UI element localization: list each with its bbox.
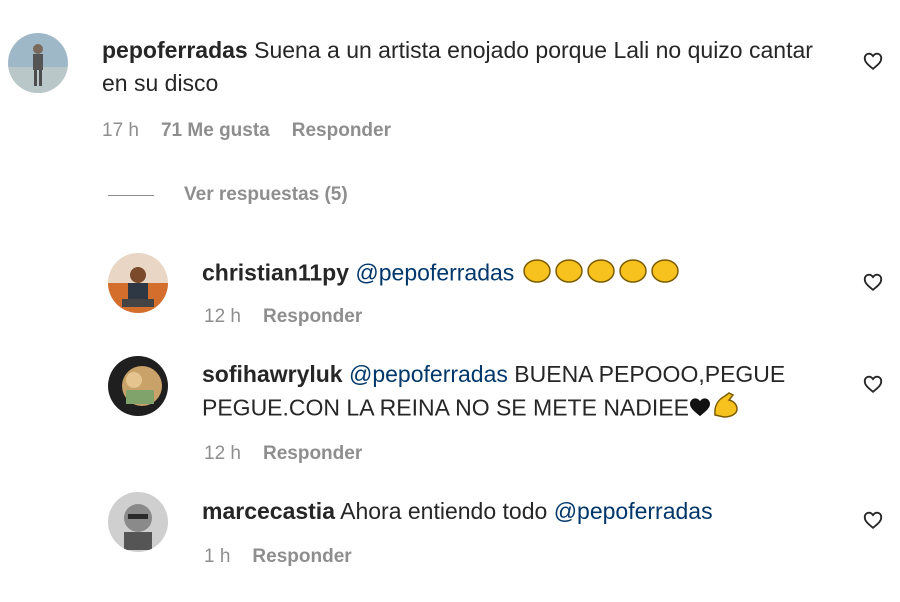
- heart-outline-icon[interactable]: [862, 50, 884, 72]
- reply-time[interactable]: 12 h: [204, 443, 241, 465]
- comment-text: pepoferradas Suena a un artista enojado …: [102, 34, 842, 100]
- reply-text: christian11py @pepoferradas: [202, 255, 842, 294]
- flexed-biceps-emoji: [711, 391, 741, 428]
- reply-meta: 1 h Responder: [204, 546, 352, 568]
- reply-button[interactable]: Responder: [263, 306, 362, 328]
- comment-time[interactable]: 17 h: [102, 120, 139, 142]
- reply-text: sofihawryluk @pepoferradas BUENA PEPOOO,…: [202, 358, 842, 428]
- reply-meta: 12 h Responder: [204, 306, 362, 328]
- reply-body: Ahora entiendo todo: [340, 498, 548, 524]
- reply-username[interactable]: sofihawryluk: [202, 361, 343, 387]
- reply-button[interactable]: Responder: [263, 443, 362, 465]
- reply-username[interactable]: marcecastia: [202, 498, 335, 524]
- divider-line: [108, 194, 154, 196]
- black-heart-emoji: [689, 393, 711, 426]
- reply-time[interactable]: 12 h: [204, 306, 241, 328]
- avatar-sofihawryluk[interactable]: [108, 356, 168, 416]
- heart-outline-icon[interactable]: [862, 271, 884, 293]
- heart-outline-icon[interactable]: [862, 373, 884, 395]
- avatar-marcecastia[interactable]: [108, 492, 168, 552]
- mention-link[interactable]: @pepoferradas: [355, 260, 514, 286]
- mention-link[interactable]: @pepoferradas: [349, 361, 508, 387]
- comment-username[interactable]: pepoferradas: [102, 37, 248, 63]
- heart-outline-icon[interactable]: [862, 509, 884, 531]
- reply-body-line1: BUENA PEPOOO,PEGUE: [514, 361, 786, 387]
- reply-username[interactable]: christian11py: [202, 260, 349, 286]
- mention-link[interactable]: @pepoferradas: [554, 498, 713, 524]
- reply-text: marcecastia Ahora entiendo todo @pepofer…: [202, 495, 842, 528]
- reply-time[interactable]: 1 h: [204, 546, 230, 568]
- reply-button[interactable]: Responder: [292, 120, 391, 142]
- avatar-pepoferradas[interactable]: [8, 33, 68, 93]
- reply-body-line2: PEGUE.CON LA REINA NO SE METE NADIEE: [202, 394, 689, 421]
- view-replies-button[interactable]: Ver respuestas (5): [108, 184, 348, 206]
- clapping-hands-emoji: [521, 255, 681, 294]
- comment-likes[interactable]: 71 Me gusta: [161, 120, 270, 142]
- avatar-christian11py[interactable]: [108, 253, 168, 313]
- comment-meta: 17 h 71 Me gusta Responder: [102, 120, 391, 142]
- view-replies-label: Ver respuestas (5): [184, 184, 348, 205]
- reply-meta: 12 h Responder: [204, 443, 362, 465]
- reply-button[interactable]: Responder: [252, 546, 351, 568]
